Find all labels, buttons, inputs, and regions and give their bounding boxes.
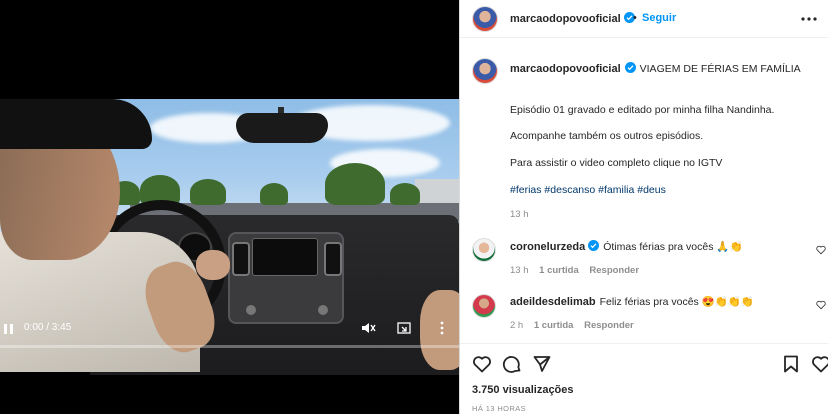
commenter-username[interactable]: adeildesdelimab <box>510 296 596 308</box>
heart-icon[interactable] <box>811 354 828 374</box>
knob-decoration <box>246 305 256 315</box>
bookmark-icon[interactable] <box>781 354 801 374</box>
post-time-ago: HÁ 13 HORAS <box>472 404 526 413</box>
author-name[interactable]: marcaodopovooficial <box>510 12 635 25</box>
comment-meta: 2 h 1 curtida Responder <box>510 320 634 331</box>
caption-line: Acompanhe também os outros episódios. <box>510 130 704 142</box>
knob-decoration <box>318 305 328 315</box>
comment-likes[interactable]: 1 curtida <box>539 265 579 276</box>
comment-age: 2 h <box>510 320 524 331</box>
more-icon[interactable] <box>434 320 450 336</box>
comment-body: coronelurzeda Ótimas férias pra vocês 🙏👏 <box>510 240 743 253</box>
heart-icon[interactable] <box>816 245 826 255</box>
commenter-avatar[interactable] <box>472 294 496 318</box>
post-sidebar: marcaodopovooficial • Seguir marcaodopov… <box>459 0 828 414</box>
separator-dot: • <box>633 12 637 24</box>
video-time: 0:00 / 3:45 <box>24 322 72 333</box>
caption-title-row: marcaodopovooficial VIAGEM DE FÉRIAS EM F… <box>510 62 810 76</box>
author-username[interactable]: marcaodopovooficial <box>510 13 621 25</box>
view-count[interactable]: 3.750 visualizações <box>472 384 574 396</box>
author-avatar[interactable] <box>472 6 498 32</box>
infotainment-screen <box>252 238 318 276</box>
caption-line: Para assistir o video completo clique no… <box>510 157 723 169</box>
air-vent <box>232 242 250 276</box>
caption-author-avatar[interactable] <box>472 58 498 84</box>
picture-in-picture-icon[interactable] <box>396 320 412 336</box>
pause-icon[interactable] <box>3 322 15 336</box>
caption-author-username[interactable]: marcaodopovooficial <box>510 63 621 75</box>
post-header: marcaodopovooficial • Seguir <box>460 0 828 38</box>
video-progress-bar[interactable] <box>0 345 459 348</box>
send-icon[interactable] <box>532 354 552 374</box>
commenter-username[interactable]: coronelurzeda <box>510 241 585 253</box>
rearview-mirror <box>236 113 328 143</box>
tree-line <box>100 159 459 205</box>
caption-hashtags[interactable]: #ferias #descanso #familia #deus <box>510 184 666 196</box>
speaker-muted-icon[interactable] <box>360 320 376 336</box>
caption-age: 13 h <box>510 209 529 220</box>
air-vent <box>324 242 342 276</box>
video-controls: 0:00 / 3:45 <box>0 316 459 348</box>
follow-button[interactable]: Seguir <box>642 12 676 24</box>
caption-line: Episódio 01 gravado e editado por minha … <box>510 104 775 116</box>
verified-badge-icon <box>588 240 600 251</box>
commenter-avatar[interactable] <box>472 238 496 262</box>
video-player[interactable]: 0:00 / 3:45 <box>0 0 459 414</box>
comment-meta: 13 h 1 curtida Responder <box>510 265 639 276</box>
comment-icon[interactable] <box>502 354 522 374</box>
reply-button[interactable]: Responder <box>589 265 639 276</box>
post-actions <box>460 343 828 379</box>
caption-title: VIAGEM DE FÉRIAS EM FAMÍLIA <box>639 63 801 75</box>
comment-text: Ótimas férias pra vocês 🙏👏 <box>603 241 743 253</box>
more-options-icon[interactable] <box>799 9 819 29</box>
heart-icon[interactable] <box>472 354 492 374</box>
comment-text: Feliz férias pra vocês 😍👏👏👏 <box>599 296 755 308</box>
driver-hand <box>196 250 230 280</box>
comment-age: 13 h <box>510 265 529 276</box>
comment-likes[interactable]: 1 curtida <box>534 320 574 331</box>
reply-button[interactable]: Responder <box>584 320 634 331</box>
comment-body: adeildesdelimab Feliz férias pra vocês 😍👏… <box>510 295 754 308</box>
verified-badge-icon <box>624 62 636 73</box>
heart-icon[interactable] <box>816 300 826 310</box>
driver-cap <box>0 99 152 149</box>
